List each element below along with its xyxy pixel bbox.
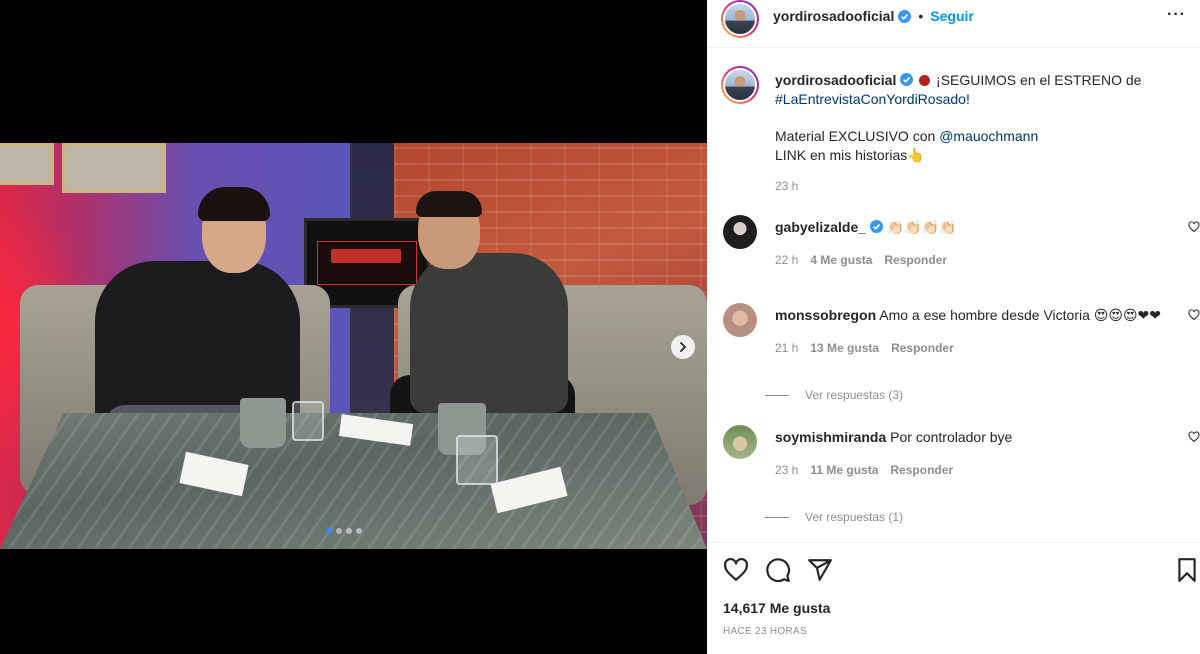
- instagram-post-modal: yordirosadooficial • Seguir ··· yordiros…: [0, 0, 1200, 654]
- bookmark-icon[interactable]: [1174, 557, 1200, 583]
- caption-line2: Material EXCLUSIVO con: [775, 128, 936, 144]
- comment-username[interactable]: soymishmiranda: [775, 429, 886, 445]
- avatar[interactable]: [723, 425, 757, 459]
- caption-line3: LINK en mis historias👆: [775, 147, 925, 163]
- post-sidebar: yordirosadooficial • Seguir ··· yordiros…: [707, 0, 1200, 654]
- carousel-dot: [326, 528, 332, 534]
- chevron-right-icon: [680, 342, 687, 352]
- avatar[interactable]: [723, 215, 757, 249]
- share-icon[interactable]: [807, 557, 833, 583]
- comment-likes[interactable]: 11 Me gusta: [810, 463, 878, 477]
- view-replies-label: Ver respuestas (3): [805, 388, 904, 402]
- comment-icon[interactable]: [765, 557, 791, 583]
- view-replies-button[interactable]: Ver respuestas (1): [765, 510, 903, 524]
- heart-icon[interactable]: [1188, 309, 1200, 321]
- mention-link[interactable]: @mauochmann: [939, 128, 1038, 144]
- avatar[interactable]: [723, 303, 757, 337]
- heart-icon[interactable]: [723, 557, 749, 583]
- header-username[interactable]: yordirosadooficial: [773, 8, 894, 24]
- comment-text: Por controlador bye: [890, 429, 1013, 445]
- follow-button[interactable]: Seguir: [930, 8, 974, 24]
- post-header: yordirosadooficial • Seguir ···: [707, 0, 1200, 48]
- verified-icon: [869, 220, 883, 233]
- red-circle-icon: [919, 75, 931, 86]
- hashtag-link[interactable]: #LaEntrevistaConYordiRosado!: [775, 91, 970, 107]
- verified-icon: [900, 73, 914, 86]
- caption-username[interactable]: yordirosadooficial: [775, 72, 896, 88]
- comment-username[interactable]: monssobregon: [775, 307, 876, 323]
- post-actions: 14,617 Me gusta HACE 23 HORAS: [707, 542, 1200, 654]
- comment-text: 👏🏻👏🏻👏🏻👏🏻: [886, 219, 957, 235]
- caption-time[interactable]: 23 h: [775, 179, 798, 193]
- comment-username[interactable]: gabyelizalde_: [775, 219, 866, 235]
- carousel-dot: [356, 528, 362, 534]
- view-replies-label: Ver respuestas (1): [805, 510, 904, 524]
- comment-text: Amo a ese hombre desde Victoria 😍😍😍❤❤: [879, 307, 1162, 323]
- next-slide-button[interactable]: [671, 335, 695, 359]
- view-replies-button[interactable]: Ver respuestas (3): [765, 388, 903, 402]
- verified-icon: [898, 9, 912, 23]
- carousel-dot: [336, 528, 342, 534]
- avatar[interactable]: [721, 0, 759, 38]
- post-photo[interactable]: [0, 143, 707, 549]
- heart-icon[interactable]: [1188, 221, 1200, 233]
- avatar[interactable]: [721, 66, 759, 104]
- comment-likes[interactable]: 13 Me gusta: [810, 341, 879, 355]
- carousel-dot: [346, 528, 352, 534]
- separator: •: [918, 8, 924, 24]
- carousel-dots: [326, 528, 362, 534]
- post-timestamp[interactable]: HACE 23 HORAS: [723, 626, 807, 637]
- reply-button[interactable]: Responder: [890, 463, 953, 477]
- likes-count[interactable]: 14,617 Me gusta: [723, 600, 830, 616]
- media-pane: [0, 0, 707, 654]
- reply-button[interactable]: Responder: [891, 341, 954, 355]
- comment-likes[interactable]: 4 Me gusta: [810, 253, 872, 267]
- reply-button[interactable]: Responder: [884, 253, 947, 267]
- caption-text: ¡SEGUIMOS en el ESTRENO de: [936, 72, 1142, 88]
- heart-icon[interactable]: [1188, 431, 1200, 443]
- comment-time[interactable]: 23 h: [775, 463, 798, 477]
- more-icon[interactable]: ···: [1167, 6, 1186, 24]
- comment-time[interactable]: 22 h: [775, 253, 798, 267]
- comment-time[interactable]: 21 h: [775, 341, 798, 355]
